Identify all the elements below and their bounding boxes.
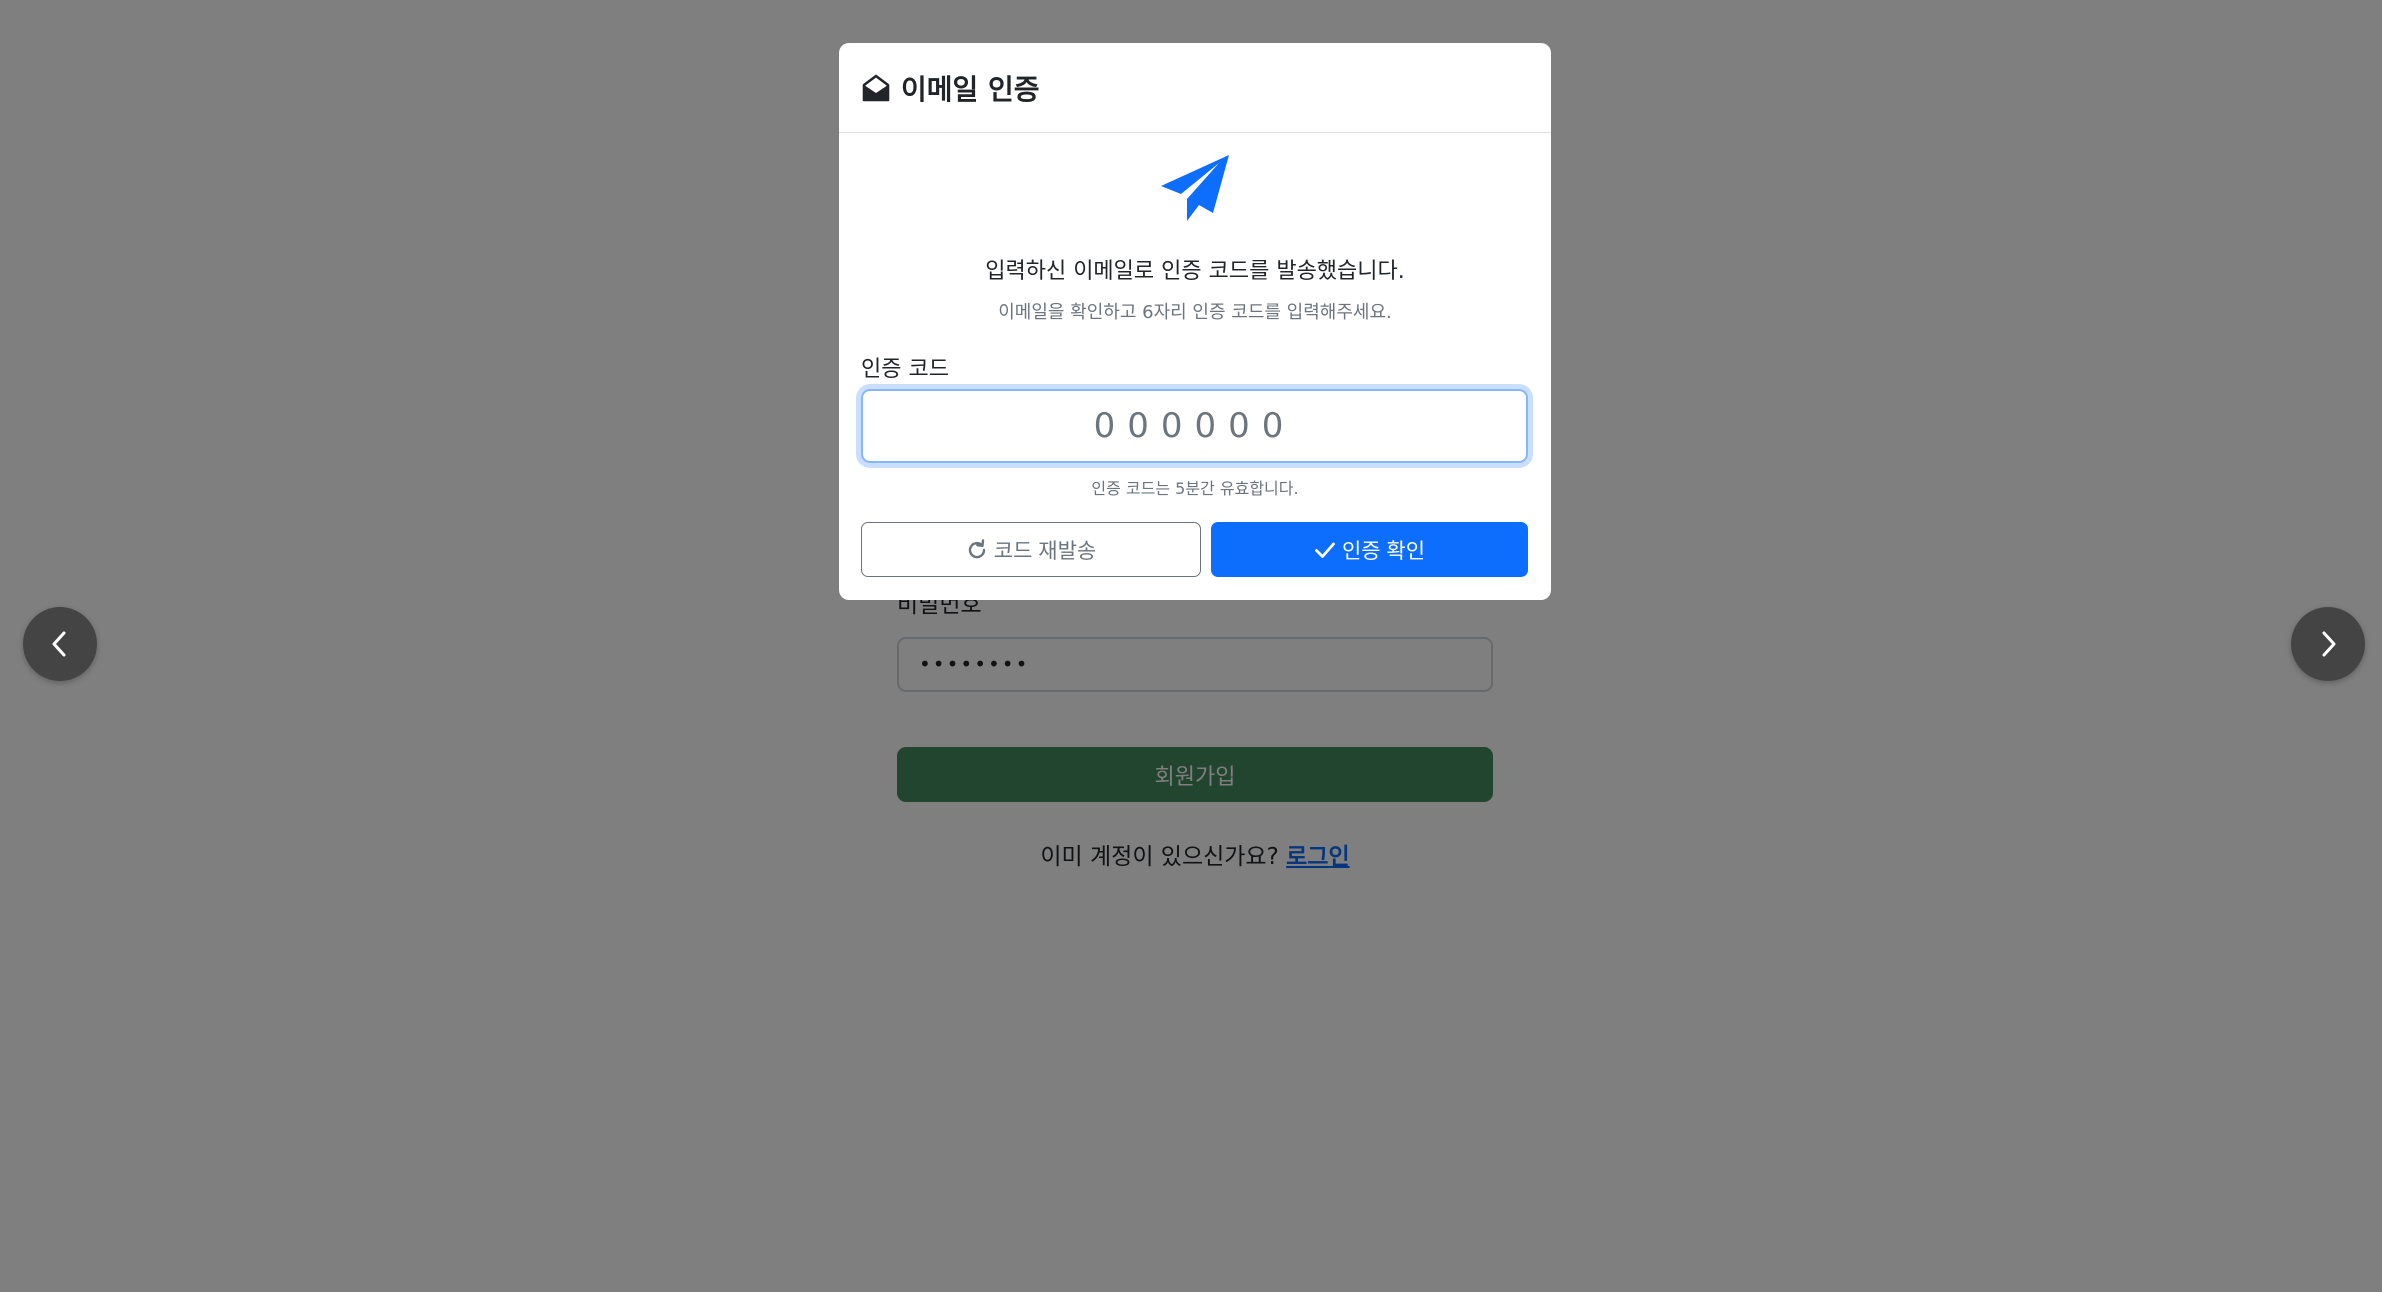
resend-code-button[interactable]: 코드 재발송 (861, 522, 1201, 577)
email-verification-modal: 이메일 인증 입력하신 이메일로 인증 코드를 발송했습니다. 이메일을 확인하… (839, 43, 1551, 600)
carousel-prev-button[interactable] (23, 607, 97, 681)
refresh-icon (968, 538, 985, 558)
carousel-next-button[interactable] (2291, 607, 2365, 681)
check-icon (1315, 542, 1335, 558)
confirm-verification-label: 인증 확인 (1341, 539, 1426, 563)
verification-code-input[interactable] (861, 389, 1528, 463)
paper-plane-icon (1159, 153, 1231, 225)
chevron-right-icon (2322, 631, 2336, 657)
modal-header: 이메일 인증 (839, 43, 1551, 133)
modal-title: 이메일 인증 (901, 72, 1040, 106)
resend-code-label: 코드 재발송 (993, 539, 1097, 563)
chevron-left-icon (52, 631, 66, 657)
code-label: 인증 코드 (861, 357, 949, 382)
confirm-verification-button[interactable]: 인증 확인 (1211, 522, 1528, 577)
verification-instruction: 이메일을 확인하고 6자리 인증 코드를 입력해주세요. (998, 302, 1392, 323)
code-validity-hint: 인증 코드는 5분간 유효합니다. (1091, 479, 1299, 498)
verification-message: 입력하신 이메일로 인증 코드를 발송했습니다. (985, 259, 1405, 284)
envelope-open-icon (862, 74, 890, 101)
